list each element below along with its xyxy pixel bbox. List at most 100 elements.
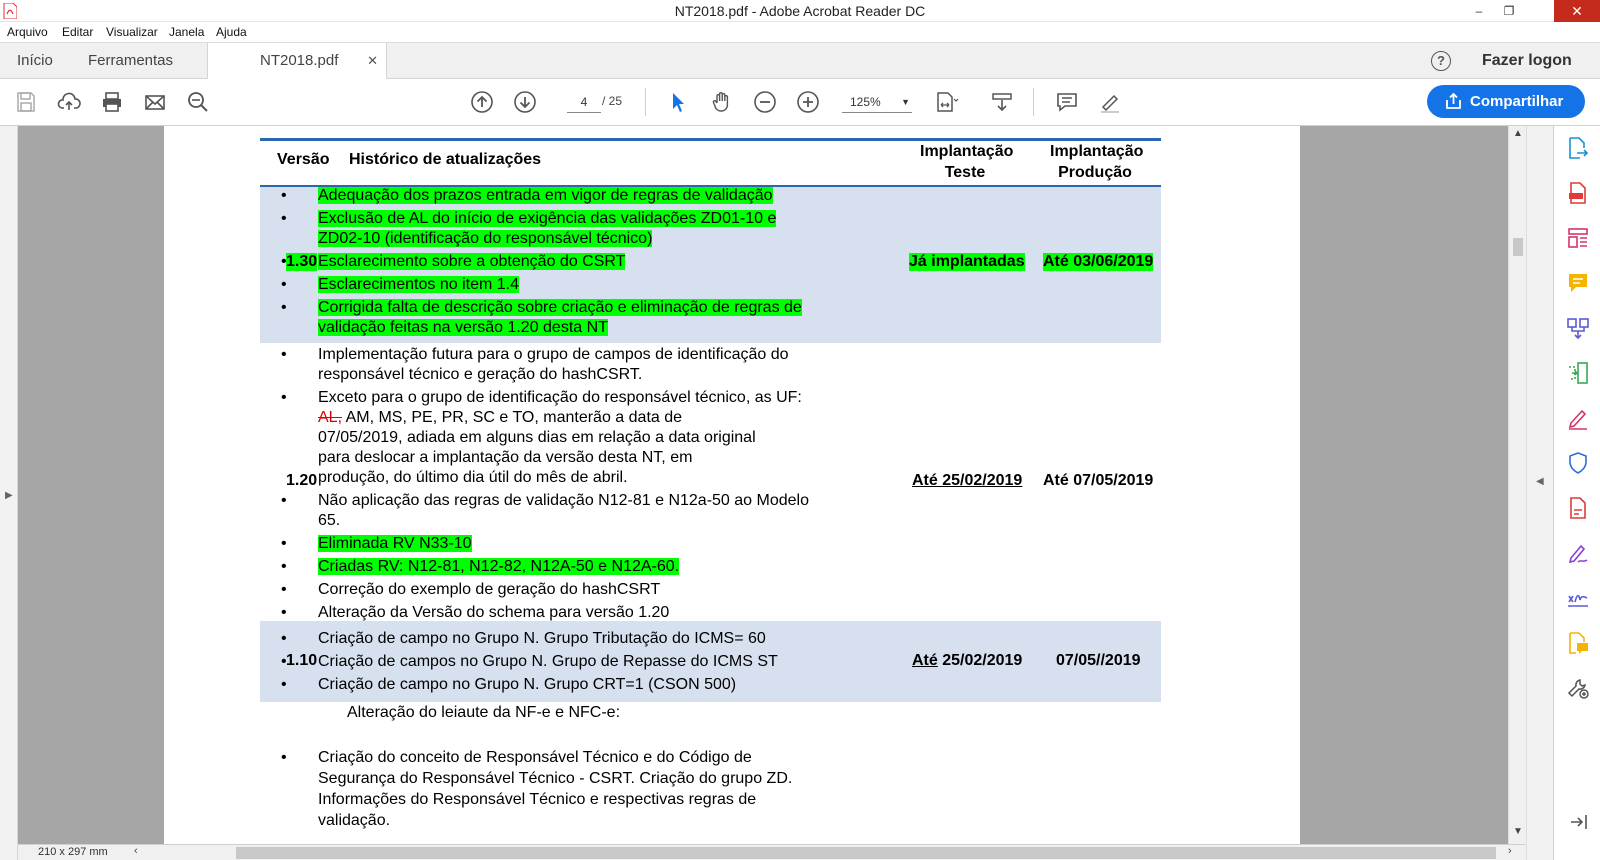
scrollbar-thumb[interactable] bbox=[1513, 238, 1523, 256]
zoom-level-value: 125% bbox=[850, 95, 881, 109]
zoom-level-select[interactable]: 125% ▼ bbox=[842, 91, 912, 113]
share-icon bbox=[1446, 93, 1461, 109]
header-prod-line2: Produção bbox=[1058, 164, 1132, 181]
collapse-tools-icon[interactable] bbox=[1566, 810, 1590, 834]
document-area: ▶ Versão Histórico de atualizações Impla… bbox=[0, 126, 1553, 860]
header-production: Implantação Produção bbox=[1050, 141, 1144, 185]
scroll-left-icon[interactable]: ‹ bbox=[134, 845, 138, 857]
history-list: • Implementação futura para o grupo de ca… bbox=[281, 345, 809, 623]
list-item: • Criação do conceito de Responsável Técn… bbox=[281, 749, 793, 829]
history-list: • Criação de campo no Grupo N. Grupo Trib… bbox=[281, 629, 778, 695]
scroll-down-icon[interactable]: ▼ bbox=[1513, 826, 1523, 837]
save-icon[interactable] bbox=[14, 90, 38, 114]
left-panel-toggle[interactable]: ▶ bbox=[0, 126, 18, 860]
right-panel-toggle[interactable]: ◀ bbox=[1526, 126, 1553, 860]
edit-pdf-icon[interactable] bbox=[1566, 226, 1590, 250]
protect-icon[interactable] bbox=[1566, 451, 1590, 475]
header-test-line2: Teste bbox=[944, 164, 986, 181]
chevron-down-icon: ▼ bbox=[901, 97, 910, 107]
list-item: • Criadas RV: N12-81, N12-82, N12A-50 e N… bbox=[281, 558, 680, 575]
list-item: • Exclusão de AL do início de exigência d… bbox=[281, 210, 777, 247]
menu-arquivo[interactable]: Arquivo bbox=[7, 25, 48, 39]
tab-close-icon[interactable]: ✕ bbox=[367, 43, 378, 79]
horizontal-scrollbar-thumb[interactable] bbox=[236, 847, 1496, 859]
menu-bar: Arquivo Editar Visualizar Janela Ajuda bbox=[0, 22, 1600, 42]
test-date-cell: Até 25/02/2019 bbox=[912, 652, 1023, 669]
send-for-signature-icon[interactable] bbox=[1566, 541, 1590, 565]
list-item: • Alteração da Versão do schema para vers… bbox=[281, 604, 670, 621]
list-item: • Exceto para o grupo de identificação do… bbox=[281, 389, 802, 486]
next-page-icon[interactable] bbox=[513, 90, 537, 114]
zoom-search-icon[interactable] bbox=[186, 90, 210, 114]
export-pdf-icon[interactable] bbox=[1566, 136, 1590, 160]
page-dimensions: 210 x 297 mm bbox=[38, 846, 108, 858]
menu-visualizar[interactable]: Visualizar bbox=[106, 25, 158, 39]
email-icon[interactable] bbox=[143, 90, 167, 114]
page-number-input[interactable] bbox=[567, 91, 601, 113]
tab-document-label: NT2018.pdf bbox=[260, 52, 339, 69]
header-prod-line1: Implantação bbox=[1050, 143, 1144, 160]
comment-tool-icon[interactable] bbox=[1566, 271, 1590, 295]
zoom-in-icon[interactable] bbox=[796, 90, 820, 114]
pdf-page: Versão Histórico de atualizações Implant… bbox=[164, 126, 1300, 844]
menu-ajuda[interactable]: Ajuda bbox=[216, 25, 247, 39]
prod-date-cell: Até 07/05/2019 bbox=[1043, 472, 1154, 489]
vertical-scrollbar[interactable]: ▲ ▼ bbox=[1508, 126, 1526, 844]
highlight-pen-icon[interactable] bbox=[1098, 90, 1122, 114]
list-item: • Criação de campo no Grupo N. Grupo CRT=… bbox=[281, 676, 737, 693]
rich-media-icon[interactable] bbox=[1566, 631, 1590, 655]
cloud-upload-icon[interactable] bbox=[57, 90, 81, 114]
scroll-mode-icon[interactable] bbox=[990, 90, 1014, 114]
list-item: • Corrigida falta de descrição sobre cria… bbox=[281, 299, 802, 336]
more-tools-icon[interactable] bbox=[1566, 676, 1590, 700]
help-icon[interactable]: ? bbox=[1431, 51, 1451, 71]
list-item: • Criação de campo no Grupo N. Grupo Trib… bbox=[281, 630, 766, 647]
list-item: • Correção do exemplo de geração do hashC… bbox=[281, 581, 661, 598]
certificates-icon[interactable] bbox=[1566, 586, 1590, 610]
document-viewport[interactable]: Versão Histórico de atualizações Implant… bbox=[18, 126, 1526, 844]
minimize-button[interactable]: – bbox=[1464, 0, 1494, 22]
close-window-button[interactable]: ✕ bbox=[1554, 0, 1600, 22]
list-item: • Criação de campos no Grupo N. Grupo de … bbox=[281, 653, 778, 670]
restore-button[interactable]: ❐ bbox=[1494, 0, 1524, 22]
list-item: • Não aplicação das regras de validação N… bbox=[281, 492, 809, 529]
menu-editar[interactable]: Editar bbox=[62, 25, 93, 39]
tab-home[interactable]: Início bbox=[17, 43, 53, 79]
toolbar: / 25 125% ▼ Co bbox=[0, 79, 1600, 126]
previous-page-icon[interactable] bbox=[470, 90, 494, 114]
hand-tool-icon[interactable] bbox=[710, 90, 734, 114]
menu-janela[interactable]: Janela bbox=[169, 25, 204, 39]
toolbar-divider bbox=[1033, 88, 1034, 116]
history-list: • Adequação dos prazos entrada em vigor d… bbox=[281, 186, 802, 338]
list-item: • Adequação dos prazos entrada em vigor d… bbox=[281, 187, 773, 204]
fill-sign-icon[interactable] bbox=[1566, 406, 1590, 430]
body-list: • Criação do conceito de Responsável Técn… bbox=[281, 747, 792, 831]
status-bar: 210 x 297 mm ‹ › bbox=[18, 844, 1526, 860]
tab-document[interactable]: NT2018.pdf ✕ bbox=[207, 43, 387, 80]
tab-tools[interactable]: Ferramentas bbox=[88, 43, 173, 79]
list-item: • Esclarecimento sobre a obtenção do CSRT bbox=[281, 253, 626, 270]
scroll-right-icon[interactable]: › bbox=[1508, 845, 1512, 857]
header-test-line1: Implantação bbox=[920, 143, 1014, 160]
login-link[interactable]: Fazer logon bbox=[1482, 43, 1572, 79]
prod-date-cell: 07/05//2019 bbox=[1056, 652, 1141, 669]
title-bar: NT2018.pdf - Adobe Acrobat Reader DC – ❐… bbox=[0, 0, 1600, 22]
list-item: • Esclarecimentos no item 1.4 bbox=[281, 276, 519, 293]
tab-bar: Início Ferramentas NT2018.pdf ✕ ? Fazer … bbox=[0, 42, 1600, 80]
organize-pages-icon[interactable] bbox=[1566, 361, 1590, 385]
test-date-cell: Já implantadas bbox=[909, 253, 1025, 271]
page-fit-icon[interactable] bbox=[935, 90, 959, 114]
create-pdf-icon[interactable] bbox=[1566, 181, 1590, 205]
toolbar-divider bbox=[645, 88, 646, 116]
body-paragraph: Alteração do leiaute da NF-e e NFC-e: bbox=[347, 704, 621, 721]
print-icon[interactable] bbox=[100, 90, 124, 114]
zoom-out-icon[interactable] bbox=[753, 90, 777, 114]
share-button[interactable]: Compartilhar bbox=[1427, 85, 1585, 118]
acrobat-window: NT2018.pdf - Adobe Acrobat Reader DC – ❐… bbox=[0, 0, 1600, 860]
comment-icon[interactable] bbox=[1055, 90, 1079, 114]
list-item: • Implementação futura para o grupo de ca… bbox=[281, 346, 789, 383]
select-cursor-icon[interactable] bbox=[666, 90, 690, 114]
combine-files-icon[interactable] bbox=[1566, 316, 1590, 340]
send-for-review-icon[interactable] bbox=[1566, 496, 1590, 520]
scroll-up-icon[interactable]: ▲ bbox=[1513, 128, 1523, 139]
